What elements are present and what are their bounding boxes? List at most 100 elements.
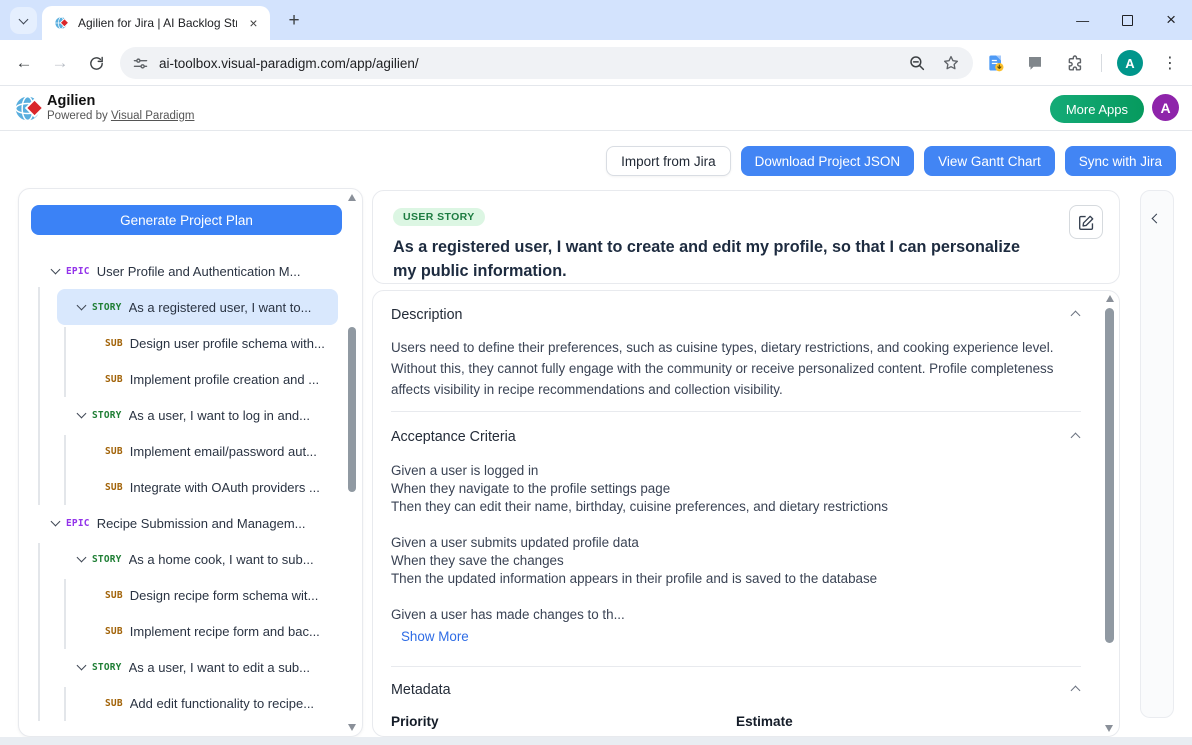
acceptance-line: Then they can edit their name, birthday,… [391, 498, 1081, 516]
acceptance-line: Given a user has made changes to th... [391, 606, 1081, 624]
tree-item-story[interactable]: STORYAs a registered user, I want to... [57, 289, 338, 325]
bookmark-star-icon[interactable] [939, 51, 963, 75]
item-type-label: STORY [92, 410, 122, 421]
scroll-down-icon[interactable] [1105, 725, 1113, 732]
content-scrollbar-thumb[interactable] [1105, 308, 1114, 643]
tab-close-icon[interactable]: × [245, 15, 262, 32]
new-tab-button[interactable]: + [282, 9, 306, 33]
site-info-icon[interactable] [132, 55, 149, 72]
action-buttons-row: Import from Jira Download Project JSON Vie… [606, 146, 1176, 176]
visual-paradigm-link[interactable]: Visual Paradigm [111, 110, 195, 122]
item-label: Design user profile schema with... [130, 336, 325, 351]
metadata-field-label: Estimate [736, 714, 1081, 729]
item-label: Implement email/password aut... [130, 444, 317, 459]
story-detail-card: Description Users need to define their p… [372, 290, 1120, 737]
reading-list-download-icon[interactable] [984, 51, 1008, 75]
chat-bubble-icon[interactable] [1023, 51, 1047, 75]
tree-item-story[interactable]: STORYAs a user, I want to log in and... [19, 397, 346, 433]
zoom-out-icon[interactable] [905, 51, 929, 75]
show-more-link[interactable]: Show More [401, 629, 469, 644]
scroll-down-icon[interactable] [348, 724, 356, 731]
item-type-label: STORY [92, 302, 122, 313]
item-type-label: SUB [105, 482, 123, 493]
chevron-down-icon[interactable] [77, 661, 87, 671]
close-icon[interactable]: × [1166, 10, 1176, 30]
chevron-down-icon[interactable] [51, 517, 61, 527]
tab-title: Agilien for Jira | AI Backlog Stru [78, 16, 237, 30]
tree-item-epic[interactable]: EPIC Recipe Submission and Managem... [19, 505, 346, 541]
tree-item-sub[interactable]: SUBImplement recipe form and bac... [19, 613, 346, 649]
content-scrollbar[interactable] [1103, 295, 1116, 732]
scroll-up-icon[interactable] [1106, 295, 1114, 302]
generate-project-plan-button[interactable]: Generate Project Plan [31, 205, 342, 235]
metadata-heading: Metadata [391, 682, 451, 698]
tree-item-sub[interactable]: SUBImplement profile creation and ... [19, 361, 346, 397]
more-apps-button[interactable]: More Apps [1050, 95, 1144, 123]
agilien-logo [13, 92, 46, 125]
extensions-puzzle-icon[interactable] [1062, 51, 1086, 75]
sync-with-jira-button[interactable]: Sync with Jira [1065, 146, 1176, 176]
edit-button[interactable] [1069, 205, 1103, 239]
address-bar[interactable]: ai-toolbox.visual-paradigm.com/app/agili… [120, 47, 973, 79]
tree-item-story[interactable]: STORYAs a user, I want to edit a sub... [19, 649, 346, 685]
item-type-label: EPIC [66, 518, 90, 529]
acceptance-line: Given a user is logged in [391, 462, 1081, 480]
collapse-acceptance-icon[interactable] [1070, 426, 1081, 448]
url-text: ai-toolbox.visual-paradigm.com/app/agili… [159, 56, 895, 71]
chevron-down-icon[interactable] [77, 409, 87, 419]
tree-item-story[interactable]: STORYAs a home cook, I want to sub... [19, 541, 346, 577]
minimize-icon[interactable]: — [1076, 13, 1089, 28]
browser-menu-icon[interactable]: ⋮ [1158, 51, 1182, 75]
section-divider [391, 411, 1081, 412]
favicon-icon [54, 15, 70, 31]
user-avatar[interactable]: A [1152, 94, 1179, 121]
browser-profile-avatar[interactable]: A [1117, 50, 1143, 76]
tree-item-sub[interactable]: SUB Add edit functionality to recipe... [19, 685, 346, 721]
acceptance-heading: Acceptance Criteria [391, 429, 516, 445]
collapse-description-icon[interactable] [1070, 304, 1081, 326]
expand-panel-chevron-icon[interactable] [1152, 214, 1162, 224]
item-label: User Profile and Authentication M... [97, 264, 301, 279]
acceptance-line [391, 516, 1081, 534]
backlog-tree: EPICUser Profile and Authentication M...… [19, 253, 346, 728]
reload-icon[interactable] [82, 49, 110, 77]
sidebar-scrollbar[interactable] [346, 194, 358, 731]
item-label: Recipe Submission and Managem... [97, 516, 306, 531]
acceptance-criteria-text: Given a user is logged inWhen they navig… [391, 462, 1081, 624]
tree-item-sub[interactable]: SUB Implement email/password aut... [19, 433, 346, 469]
sidebar-scrollbar-thumb[interactable] [348, 327, 356, 492]
item-type-label: SUB [105, 698, 123, 709]
scroll-up-icon[interactable] [348, 194, 356, 201]
item-type-badge: USER STORY [393, 208, 485, 226]
tree-item-epic[interactable]: EPICUser Profile and Authentication M... [19, 253, 346, 289]
backlog-sidebar: Generate Project Plan EPICUser Profile a… [18, 188, 363, 737]
item-label: Design recipe form schema wit... [130, 588, 319, 603]
metadata-field-label: Priority [391, 714, 736, 729]
acceptance-line: When they navigate to the profile settin… [391, 480, 1081, 498]
item-type-label: SUB [105, 446, 123, 457]
collapsed-side-panel[interactable] [1140, 190, 1174, 718]
description-section-header: Description [391, 304, 1081, 326]
forward-icon[interactable]: → [46, 49, 74, 77]
chevron-down-icon[interactable] [77, 553, 87, 563]
tree-item-sub[interactable]: SUB Design recipe form schema wit... [19, 577, 346, 613]
acceptance-line [391, 588, 1081, 606]
tree-item-sub[interactable]: SUBIntegrate with OAuth providers ... [19, 469, 346, 505]
tree-item-sub[interactable]: SUBDesign user profile schema with... [19, 325, 346, 361]
collapse-metadata-icon[interactable] [1070, 679, 1081, 701]
maximize-icon[interactable] [1122, 15, 1133, 26]
browser-tab[interactable]: Agilien for Jira | AI Backlog Stru × [42, 6, 270, 40]
chevron-down-icon [19, 14, 29, 24]
item-type-label: SUB [105, 590, 123, 601]
back-icon[interactable]: ← [10, 49, 38, 77]
chevron-down-icon[interactable] [77, 301, 87, 311]
story-title: As a registered user, I want to create a… [393, 235, 1099, 284]
chevron-down-icon[interactable] [51, 265, 61, 275]
tab-search-button[interactable] [10, 7, 37, 34]
powered-by: Powered by Visual Paradigm [47, 110, 194, 122]
metadata-fields: PriorityHighEstimate5 [391, 714, 1081, 737]
view-gantt-chart-button[interactable]: View Gantt Chart [924, 146, 1055, 176]
download-project-json-button[interactable]: Download Project JSON [741, 146, 915, 176]
import-from-jira-button[interactable]: Import from Jira [606, 146, 731, 176]
item-label: Add edit functionality to recipe... [130, 696, 314, 711]
